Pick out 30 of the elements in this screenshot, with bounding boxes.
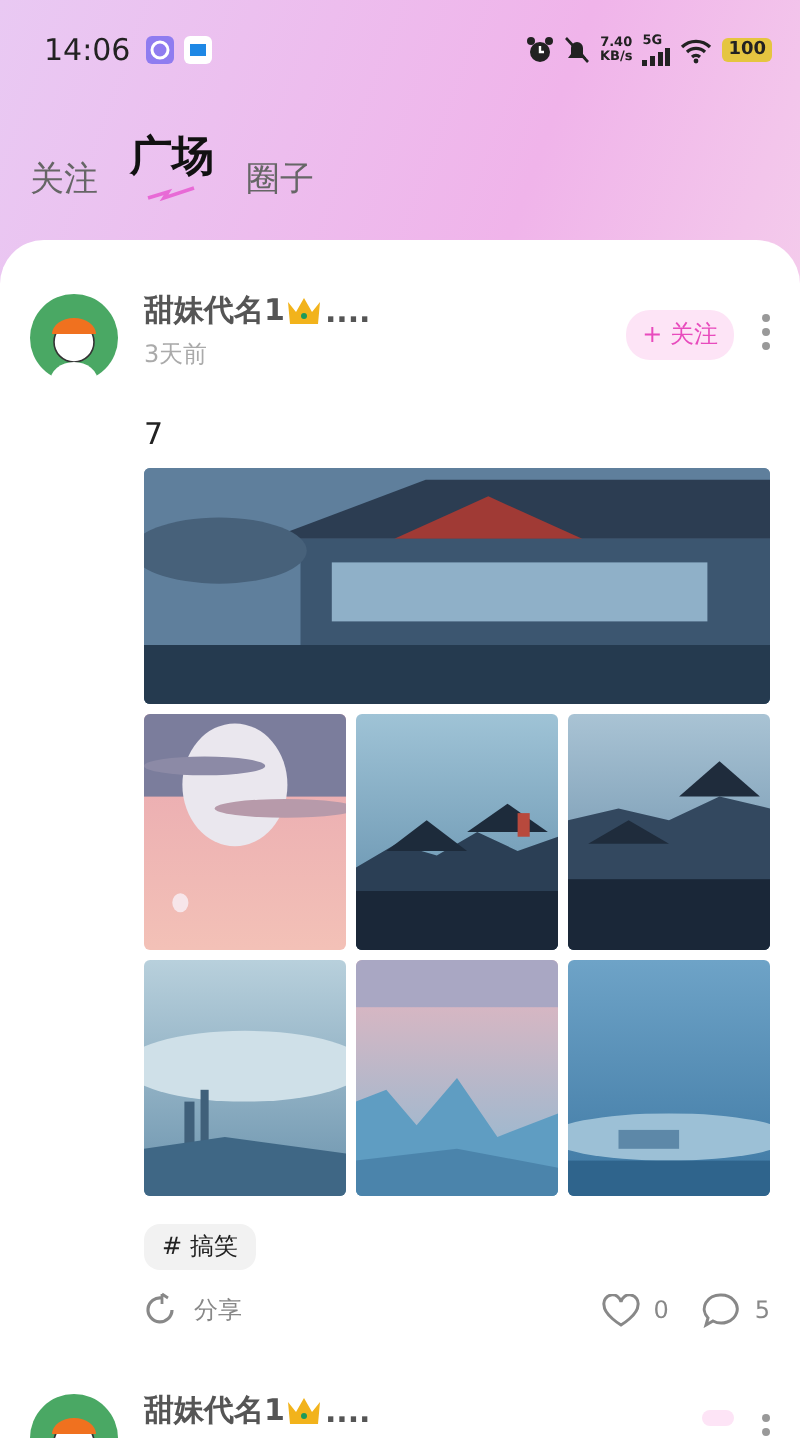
alarm-icon	[525, 36, 554, 64]
crown-icon	[286, 1396, 323, 1426]
share-button[interactable]: 分享	[144, 1292, 242, 1328]
bell-muted-icon	[563, 36, 590, 64]
tab[interactable]: 圈子	[246, 156, 314, 202]
author-name-ellipsis: ....	[324, 1393, 371, 1429]
tab[interactable]: 关注	[30, 156, 98, 202]
tab[interactable]: 广场	[130, 128, 214, 184]
comment-icon	[702, 1292, 741, 1328]
app-icon	[146, 36, 175, 64]
battery-indicator: 100	[722, 38, 772, 62]
crown-icon	[286, 296, 323, 326]
comment-button[interactable]: 5	[702, 1292, 770, 1328]
more-icon[interactable]	[762, 314, 770, 350]
avatar[interactable]	[30, 294, 118, 382]
app-icon	[184, 36, 213, 64]
wifi-icon	[680, 37, 713, 63]
status-time: 14:06	[44, 32, 131, 68]
heart-icon	[601, 1293, 640, 1327]
topic-tag[interactable]: # 搞笑	[144, 1224, 256, 1270]
author-name[interactable]: 甜妹代名1	[144, 292, 285, 330]
share-icon	[144, 1292, 180, 1328]
signal-icon	[642, 48, 671, 66]
follow-button[interactable]: + 关注	[626, 310, 734, 360]
author-name[interactable]: 甜妹代名1	[144, 1392, 285, 1430]
post-text: 7	[144, 416, 164, 452]
author-name-ellipsis: ....	[324, 293, 371, 329]
tab-underline-icon	[146, 186, 198, 202]
like-button[interactable]: 0	[601, 1293, 669, 1327]
post-time: 3天前	[144, 338, 210, 372]
